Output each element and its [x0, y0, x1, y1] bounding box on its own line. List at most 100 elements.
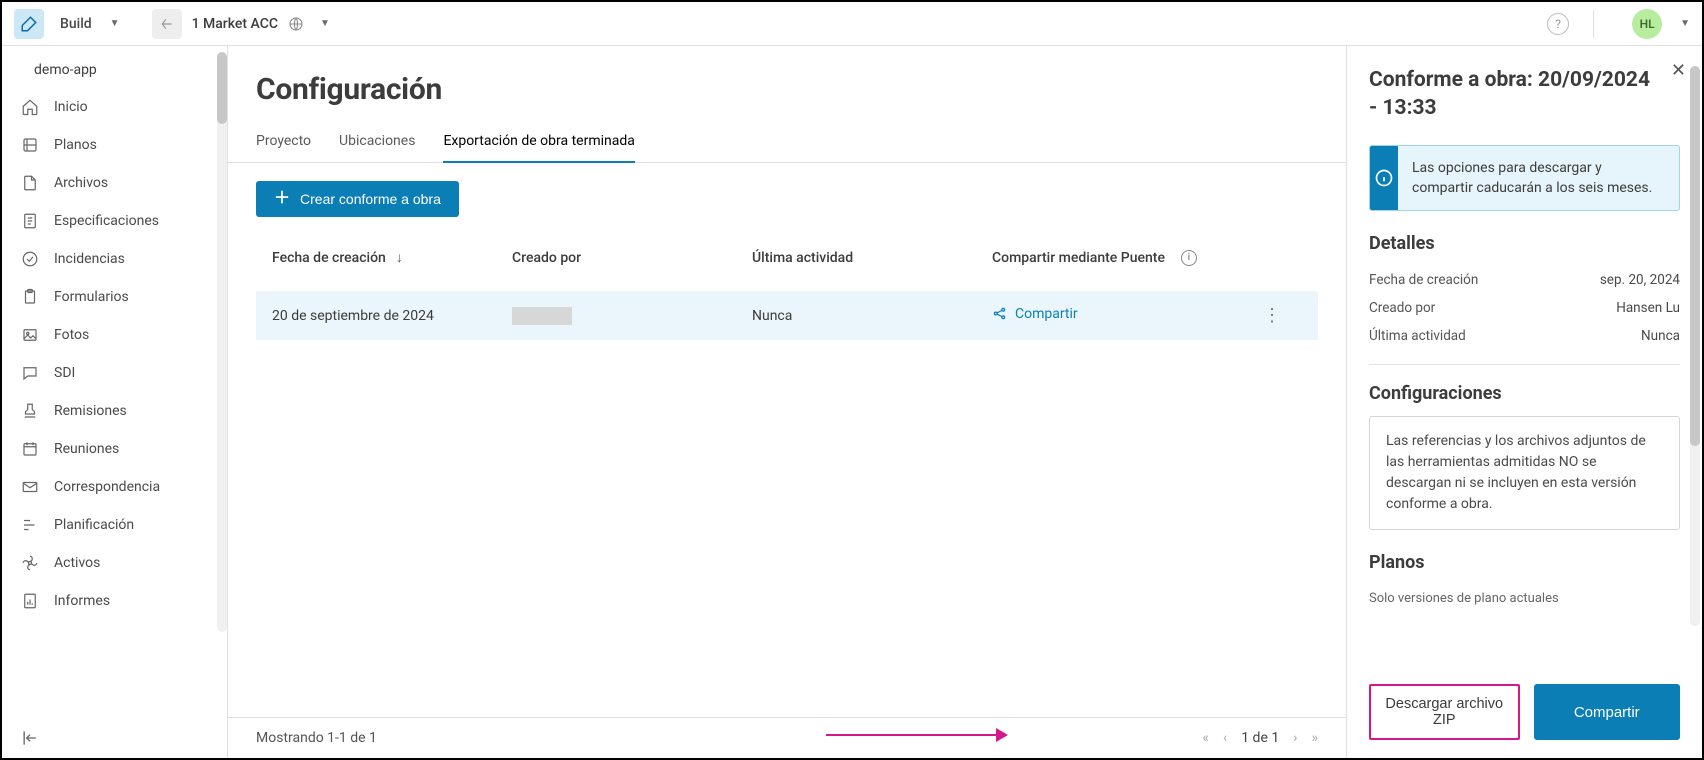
th-created[interactable]: Fecha de creación ↓	[272, 249, 512, 266]
table-header-row: Fecha de creación ↓ Creado por Última ac…	[256, 235, 1318, 281]
share-link[interactable]: Compartir	[992, 306, 1078, 322]
share-icon	[992, 306, 1007, 321]
panel-actions: Descargar archivo ZIP Compartir	[1369, 666, 1680, 740]
sidebar-item-planos[interactable]: Planos	[2, 126, 227, 164]
page-next-button[interactable]: ›	[1293, 730, 1297, 746]
sidebar-item-label: Incidencias	[54, 251, 125, 267]
sidebar-item-label: SDI	[54, 365, 75, 381]
share-link-label: Compartir	[1015, 306, 1078, 322]
sidebar-item-correspondencia[interactable]: Correspondencia	[2, 468, 227, 506]
help-icon[interactable]: ?	[1547, 13, 1569, 35]
sidebar-item-incidencias[interactable]: Incidencias	[2, 240, 227, 278]
info-icon[interactable]: i	[1181, 250, 1197, 266]
pagination: « ‹ 1 de 1 › »	[1202, 730, 1318, 746]
cell-by	[512, 307, 752, 325]
sidebar-item-planificacion[interactable]: Planificación	[2, 506, 227, 544]
plans-heading: Planos	[1369, 552, 1680, 573]
sidebar-item-label: Correspondencia	[54, 479, 160, 495]
sidebar-item-label: Formularios	[54, 289, 129, 305]
tab-ubicaciones[interactable]: Ubicaciones	[339, 127, 415, 162]
sidebar-item-label: Remisiones	[54, 403, 127, 419]
sidebar-item-especificaciones[interactable]: Especificaciones	[2, 202, 227, 240]
create-button-label: Crear conforme a obra	[300, 191, 441, 207]
table-footer: Mostrando 1-1 de 1 « ‹ 1 de 1 › »	[228, 717, 1346, 758]
sidebar-item-inicio[interactable]: Inicio	[2, 88, 227, 126]
cell-created: 20 de septiembre de 2024	[272, 308, 512, 324]
cell-last: Nunca	[752, 308, 992, 324]
sidebar-item-label: Reuniones	[54, 441, 119, 457]
page-last-button[interactable]: »	[1311, 730, 1318, 746]
chat-icon	[20, 364, 40, 382]
detail-by-key: Creado por	[1369, 300, 1435, 316]
stamp-icon	[20, 402, 40, 420]
sidebar-item-reuniones[interactable]: Reuniones	[2, 430, 227, 468]
image-icon	[20, 326, 40, 344]
th-share[interactable]: Compartir mediante Puente i	[992, 250, 1252, 266]
sidebar-item-sdi[interactable]: SDI	[2, 354, 227, 392]
row-menu-button[interactable]: ⋮	[1252, 305, 1292, 326]
th-last[interactable]: Última actividad	[752, 250, 992, 266]
tab-proyecto[interactable]: Proyecto	[256, 127, 311, 162]
sidebar-item-label: Planificación	[54, 517, 134, 533]
showing-text: Mostrando 1-1 de 1	[256, 730, 377, 746]
app-menu-chevron-icon[interactable]: ▼	[110, 18, 120, 29]
clipboard-icon	[20, 288, 40, 306]
tab-exportacion[interactable]: Exportación de obra terminada	[443, 127, 634, 163]
create-as-built-button[interactable]: ＋ Crear conforme a obra	[256, 181, 459, 217]
fan-icon	[20, 554, 40, 572]
detail-by: Creado por Hansen Lu	[1369, 294, 1680, 322]
th-by[interactable]: Creado por	[512, 250, 752, 266]
app-logo	[14, 9, 44, 39]
th-created-label: Fecha de creación	[272, 250, 386, 266]
annotation-arrow	[826, 728, 1008, 742]
sidebar-item-label: Fotos	[54, 327, 89, 343]
detail-last: Última actividad Nunca	[1369, 322, 1680, 350]
mail-icon	[20, 478, 40, 496]
sidebar-item-label: Especificaciones	[54, 213, 159, 229]
sidebar-item-archivos[interactable]: Archivos	[2, 164, 227, 202]
back-button[interactable]	[152, 9, 182, 39]
calendar-icon	[20, 440, 40, 458]
project-menu-chevron-icon[interactable]: ▼	[320, 18, 330, 29]
page-indicator: 1 de 1	[1241, 730, 1279, 746]
table-row[interactable]: 20 de septiembre de 2024 Nunca Compartir…	[256, 291, 1318, 340]
sidebar-scrollbar-track	[217, 52, 227, 632]
gantt-icon	[20, 516, 40, 534]
config-note: Las referencias y los archivos adjuntos …	[1369, 416, 1680, 530]
check-circle-icon	[20, 250, 40, 268]
th-share-label: Compartir mediante Puente	[992, 250, 1165, 266]
sidebar-header: demo-app	[2, 52, 227, 88]
divider	[1369, 364, 1680, 365]
sidebar-collapse-button[interactable]	[20, 728, 40, 748]
close-icon[interactable]: ✕	[1671, 60, 1686, 81]
sidebar-item-formularios[interactable]: Formularios	[2, 278, 227, 316]
detail-created-value: sep. 20, 2024	[1600, 272, 1680, 288]
sidebar-scrollbar-thumb[interactable]	[217, 52, 227, 124]
project-selector: 1 Market ACC ▼	[152, 9, 330, 39]
report-icon	[20, 592, 40, 610]
page-prev-button[interactable]: ‹	[1223, 730, 1227, 746]
sidebar-item-label: Planos	[54, 137, 97, 153]
sidebar-item-label: Activos	[54, 555, 100, 571]
sidebar-item-remisiones[interactable]: Remisiones	[2, 392, 227, 430]
detail-created: Fecha de creación sep. 20, 2024	[1369, 266, 1680, 294]
divider	[1593, 10, 1594, 38]
info-banner-text: Las opciones para descargar y compartir …	[1398, 146, 1679, 211]
detail-last-key: Última actividad	[1369, 328, 1466, 344]
detail-by-value: Hansen Lu	[1616, 300, 1680, 316]
user-menu-chevron-icon[interactable]: ▼	[1680, 18, 1690, 29]
download-zip-button[interactable]: Descargar archivo ZIP	[1369, 684, 1520, 740]
sidebar-item-informes[interactable]: Informes	[2, 582, 227, 620]
share-button[interactable]: Compartir	[1534, 684, 1681, 740]
sidebar-item-activos[interactable]: Activos	[2, 544, 227, 582]
plans-subtext: Solo versiones de plano actuales	[1369, 591, 1680, 606]
sidebar-item-fotos[interactable]: Fotos	[2, 316, 227, 354]
project-name[interactable]: 1 Market ACC	[192, 16, 278, 32]
toolbar: ＋ Crear conforme a obra	[228, 163, 1346, 235]
user-avatar[interactable]: HL	[1632, 9, 1662, 39]
globe-icon	[288, 16, 304, 32]
sidebar-item-label: Inicio	[54, 99, 88, 115]
page-first-button[interactable]: «	[1202, 730, 1209, 746]
panel-scrollbar-thumb[interactable]	[1690, 66, 1700, 446]
app-name[interactable]: Build	[60, 16, 92, 32]
